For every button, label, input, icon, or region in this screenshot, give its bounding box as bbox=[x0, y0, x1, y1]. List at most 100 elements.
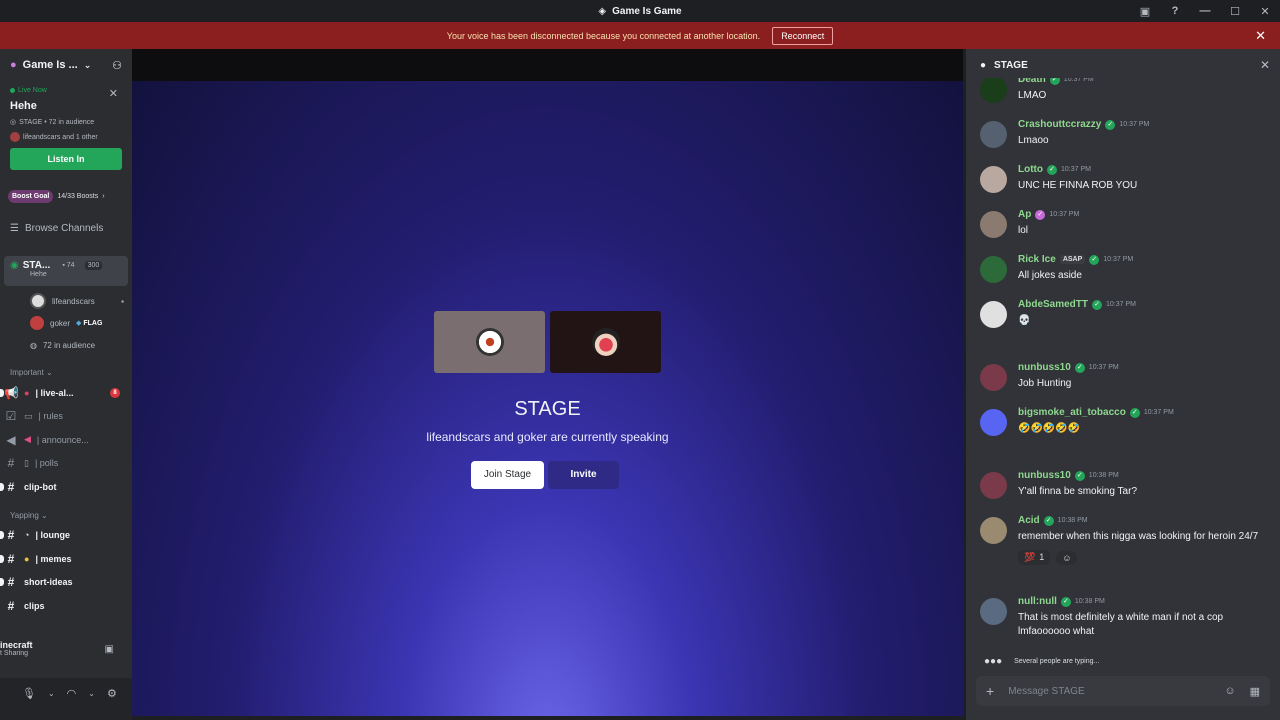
chevron-down-icon: ⌄ bbox=[83, 59, 92, 70]
message[interactable]: Ap ✓ 10:37 PM lol bbox=[980, 209, 1270, 238]
live-close-icon[interactable]: ✕ bbox=[109, 87, 118, 100]
channel-clips[interactable]: # clips bbox=[0, 594, 132, 618]
avatar[interactable] bbox=[980, 472, 1007, 499]
channel-lounge[interactable]: # ◔ | lounge bbox=[0, 524, 132, 548]
username[interactable]: Crashouttccrazzy bbox=[1018, 119, 1101, 130]
message[interactable]: nunbuss10 ✓ 10:38 PM Y'all finna be smoking… bbox=[980, 470, 1270, 499]
username[interactable]: Ap bbox=[1018, 209, 1031, 220]
avatar[interactable] bbox=[980, 166, 1007, 193]
avatar[interactable] bbox=[980, 256, 1007, 283]
channel-polls[interactable]: # ▯ | polls bbox=[0, 452, 132, 476]
server-header[interactable]: ● Game Is ... ⌄ ⚇ bbox=[0, 49, 132, 81]
reaction-pill[interactable]: 💯 1 bbox=[1018, 550, 1051, 565]
timestamp: 10:37 PM bbox=[1103, 256, 1134, 263]
username[interactable]: nunbuss10 bbox=[1018, 470, 1071, 481]
message[interactable]: Lotto ✓ 10:37 PM UNC HE FINNA ROB YOU bbox=[980, 164, 1270, 193]
avatar[interactable] bbox=[980, 78, 1007, 103]
verified-icon: ✓ bbox=[1092, 299, 1103, 310]
emoji-icon[interactable]: ☺ bbox=[1224, 685, 1235, 698]
message[interactable]: nunbuss10 ✓ 10:37 PM Job Hunting bbox=[980, 362, 1270, 391]
settings-icon[interactable]: ⚙ bbox=[107, 687, 117, 700]
avatar[interactable] bbox=[980, 121, 1007, 148]
screen-share-icon[interactable]: ▣ bbox=[105, 644, 114, 655]
chevron-down-icon[interactable]: ⌄ bbox=[88, 689, 95, 698]
username[interactable]: Lotto bbox=[1018, 164, 1043, 175]
message[interactable]: AbdeSamedTT ✓ 10:37 PM 💀 bbox=[980, 299, 1270, 328]
message[interactable]: bigsmoke_ati_tobacco ✓ 10:37 PM 🤣🤣🤣🤣🤣 bbox=[980, 407, 1270, 436]
chevron-down-icon[interactable]: ⌄ bbox=[48, 689, 55, 698]
stage-channel[interactable]: ◉ STA... ▪ 74 300 Hehe bbox=[4, 256, 128, 286]
stage-icon: ◎ bbox=[10, 119, 17, 126]
message[interactable]: Rick Ice ASAP ✓ 10:37 PM All jokes aside bbox=[980, 254, 1270, 283]
live-speakers: lifeandscars and 1 other bbox=[10, 132, 122, 142]
username[interactable]: Rick Ice bbox=[1018, 254, 1056, 265]
avatar[interactable] bbox=[980, 211, 1007, 238]
username[interactable]: Death bbox=[1018, 78, 1046, 85]
member-lifeandscars[interactable]: lifeandscars ▪ bbox=[0, 290, 132, 312]
join-stage-button[interactable]: Join Stage bbox=[471, 461, 544, 489]
channel-short-ideas[interactable]: # short-ideas bbox=[0, 571, 132, 595]
close-icon[interactable]: ✕ bbox=[1260, 58, 1270, 72]
message[interactable]: null:null ✓ 10:38 PM That is most definitel… bbox=[980, 596, 1270, 639]
category-important[interactable]: Important ⌄ bbox=[10, 368, 122, 377]
avatar bbox=[475, 328, 504, 356]
user-panel: inecraft t Sharing ▣ 🎙 ⌄ ◠ ⌄ ⚙ bbox=[0, 632, 132, 720]
message[interactable]: Death ✓ 10:37 PM LMAO bbox=[980, 78, 1270, 103]
help-icon[interactable]: ? bbox=[1160, 0, 1190, 22]
channel-announcements[interactable]: ◀ ◀ | announce... bbox=[0, 428, 132, 452]
avatar[interactable] bbox=[980, 517, 1007, 544]
inbox-icon[interactable]: ▣ bbox=[1130, 0, 1160, 22]
add-user-icon[interactable]: ⚇ bbox=[112, 59, 122, 72]
channel-emoji-icon: ◀ bbox=[24, 434, 31, 445]
invite-button[interactable]: Invite bbox=[548, 461, 619, 489]
username[interactable]: AbdeSamedTT bbox=[1018, 299, 1088, 310]
listen-in-button[interactable]: Listen In bbox=[10, 148, 122, 170]
reaction-count: 1 bbox=[1039, 552, 1045, 562]
message-composer[interactable]: + Message STAGE ☺ ▦ bbox=[976, 676, 1270, 706]
channel-memes[interactable]: # ● | memes bbox=[0, 547, 132, 571]
message-header: Death ✓ 10:37 PM bbox=[1018, 78, 1270, 85]
add-attachment-icon[interactable]: + bbox=[986, 683, 994, 699]
maximize-button[interactable]: ☐ bbox=[1220, 0, 1250, 22]
audience-count[interactable]: ◍ 72 in audience bbox=[0, 334, 132, 356]
message-header: Acid ✓ 10:38 PM bbox=[1018, 515, 1270, 526]
channel-live-alerts[interactable]: 📢 ● | live-al... 8 bbox=[0, 381, 132, 405]
hash-icon: # bbox=[7, 456, 15, 471]
reconnect-button[interactable]: Reconnect bbox=[772, 26, 834, 45]
browse-channels[interactable]: ☰ Browse Channels bbox=[10, 223, 122, 234]
verified-icon: ✓ bbox=[1074, 470, 1085, 481]
channel-clip-bot[interactable]: # clip-bot bbox=[0, 475, 132, 499]
member-goker[interactable]: goker ◆ FLAG bbox=[0, 312, 132, 334]
boost-goal[interactable]: Boost Goal 14/33 Boosts › bbox=[8, 190, 124, 203]
message[interactable]: Acid ✓ 10:38 PM remember when this nigga wa… bbox=[980, 515, 1270, 565]
username[interactable]: Acid bbox=[1018, 515, 1040, 526]
headphones-icon[interactable]: ◠ bbox=[67, 687, 77, 700]
message-text: That is most definitely a white man if n… bbox=[1018, 612, 1224, 637]
message-header: nunbuss10 ✓ 10:38 PM bbox=[1018, 470, 1270, 481]
avatar[interactable] bbox=[980, 301, 1007, 328]
microphone-icon[interactable]: 🎙 bbox=[22, 687, 36, 700]
add-reaction-icon[interactable]: ☺ bbox=[1056, 550, 1078, 565]
avatar[interactable] bbox=[980, 598, 1007, 625]
chat-panel: ● STAGE ✕ Death ✓ 10:37 PM LMAO Crashouttccr… bbox=[966, 49, 1280, 720]
announcement-icon: ◀ bbox=[6, 432, 16, 447]
channel-rules[interactable]: ☑ ▭ | rules bbox=[0, 405, 132, 429]
username[interactable]: nunbuss10 bbox=[1018, 362, 1071, 373]
speaker-tile-goker[interactable] bbox=[550, 311, 661, 373]
speaker-tile-lifeandscars[interactable] bbox=[434, 311, 545, 373]
avatar[interactable] bbox=[980, 364, 1007, 391]
apps-icon[interactable]: ▦ bbox=[1250, 685, 1260, 698]
category-yapping[interactable]: Yapping ⌄ bbox=[10, 511, 122, 520]
live-title: Hehe bbox=[10, 100, 37, 112]
viewer-count: ▪ 74 bbox=[62, 262, 75, 269]
banner-close-icon[interactable]: ✕ bbox=[1255, 28, 1266, 44]
username[interactable]: null:null bbox=[1018, 596, 1057, 607]
message-text: 🤣🤣🤣🤣🤣 bbox=[1018, 423, 1081, 434]
message-input[interactable]: Message STAGE bbox=[1008, 686, 1085, 697]
avatar[interactable] bbox=[980, 409, 1007, 436]
message[interactable]: Crashouttccrazzy ✓ 10:37 PM Lmaoo bbox=[980, 119, 1270, 148]
minimize-button[interactable]: — bbox=[1190, 0, 1220, 22]
server-icon: ● bbox=[10, 59, 17, 71]
close-button[interactable]: ✕ bbox=[1250, 0, 1280, 22]
username[interactable]: bigsmoke_ati_tobacco bbox=[1018, 407, 1126, 418]
